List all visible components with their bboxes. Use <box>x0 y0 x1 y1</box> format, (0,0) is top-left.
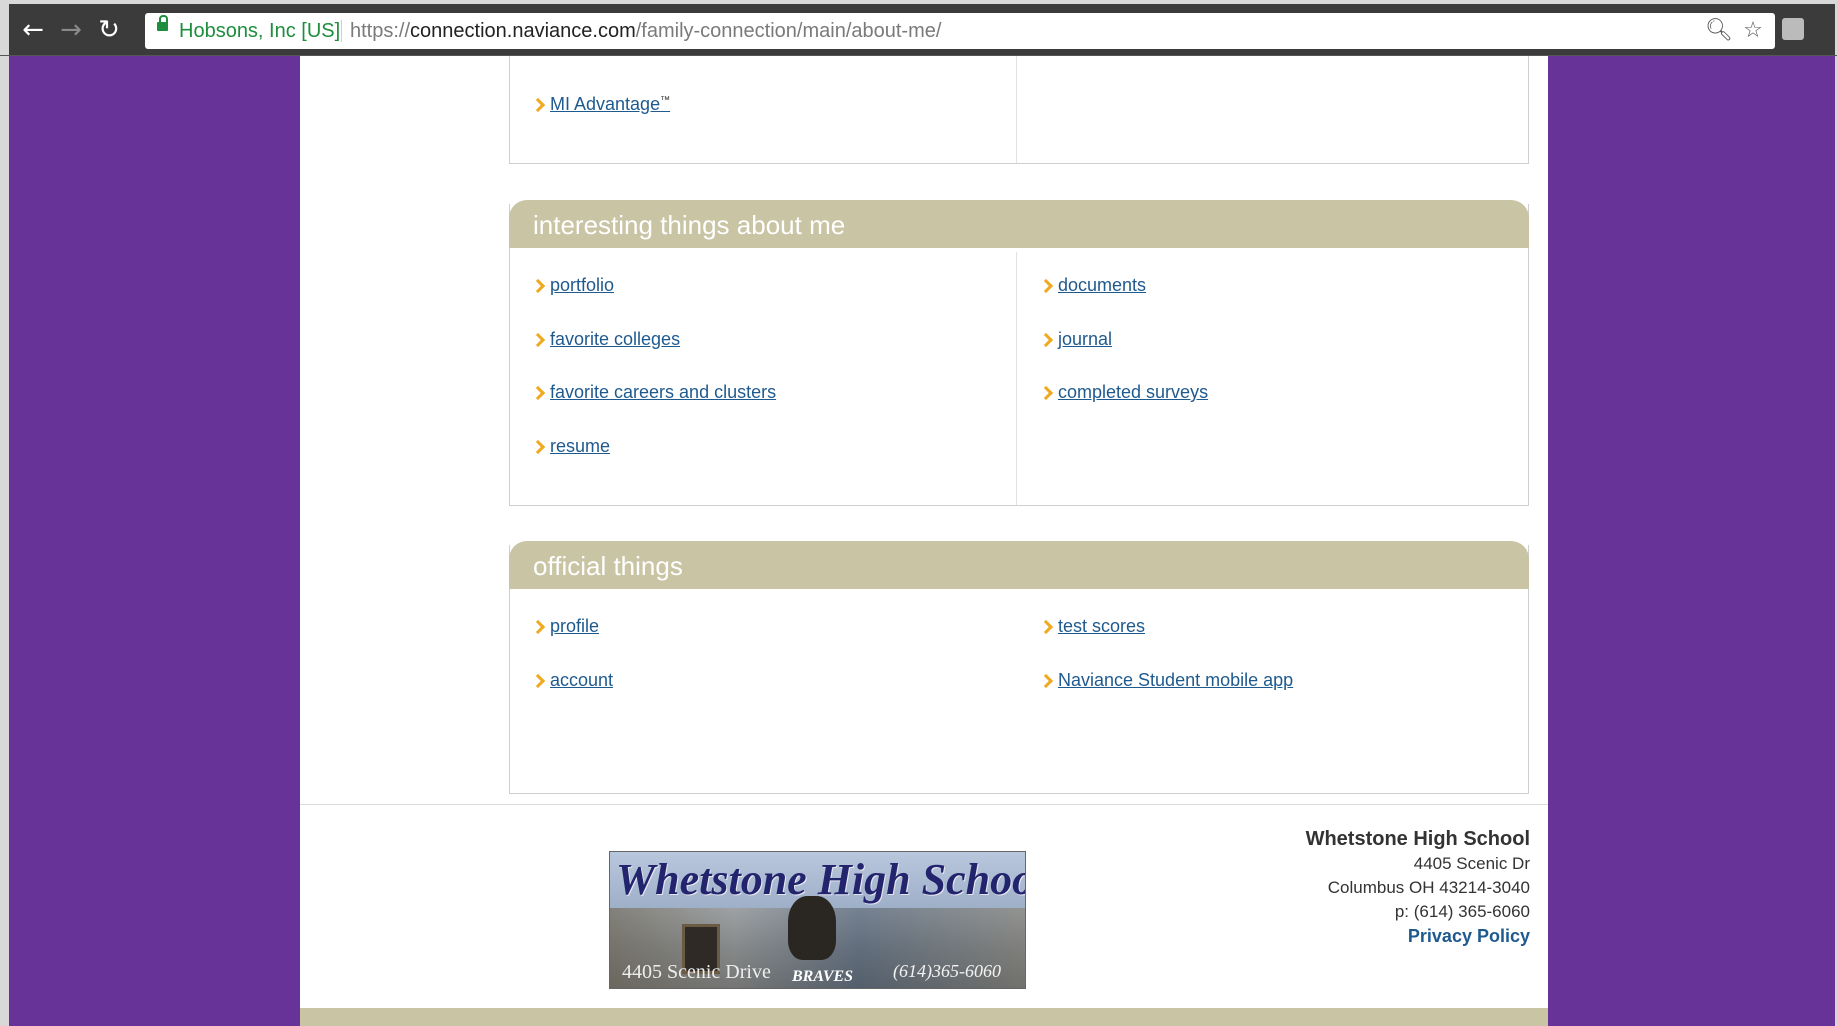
link-test-scores[interactable]: test scores <box>1058 616 1145 637</box>
trademark-mark: ™ <box>660 95 671 106</box>
url-host: connection.naviance.com <box>410 20 636 42</box>
link-account[interactable]: account <box>550 670 613 691</box>
url-scheme: https:// <box>350 20 411 42</box>
chevron-right-icon <box>530 97 546 113</box>
link-profile[interactable]: profile <box>550 616 599 637</box>
url-text[interactable]: https://connection.naviance.com/family-c… <box>350 20 941 43</box>
address-separator <box>341 20 342 42</box>
school-city: Columbus OH 43214-3040 <box>1327 878 1530 897</box>
forward-arrow-icon[interactable]: → <box>55 14 87 46</box>
link-completed-surveys[interactable]: completed surveys <box>1058 382 1208 403</box>
section-header: interesting things about me <box>509 200 1529 248</box>
link-resume[interactable]: resume <box>550 436 610 457</box>
interesting-things-box: interesting things about me portfolio fa… <box>509 200 1529 506</box>
main-content: MI Advantage™ interesting things about m… <box>300 56 1548 1026</box>
top-links-box: MI Advantage™ <box>509 56 1529 164</box>
chevron-right-icon <box>530 619 546 635</box>
reload-icon[interactable]: ↻ <box>93 14 125 46</box>
url-path: /family-connection/main/about-me/ <box>635 20 942 42</box>
page-background: MI Advantage™ interesting things about m… <box>9 56 1835 1026</box>
chevron-right-icon <box>1038 385 1054 401</box>
link-label: MI Advantage <box>550 94 661 114</box>
chevron-right-icon <box>1038 278 1054 294</box>
logo-mascot-name: BRAVES <box>792 968 854 985</box>
back-arrow-icon[interactable]: ← <box>17 14 49 46</box>
browser-toolbar: ← → ↻ Hobsons, Inc [US] https://connecti… <box>9 4 1835 56</box>
link-journal[interactable]: journal <box>1058 329 1112 350</box>
site-identity[interactable]: Hobsons, Inc [US] <box>179 20 340 43</box>
footer-divider <box>300 804 1548 805</box>
chevron-right-icon <box>530 385 546 401</box>
column-divider <box>1016 252 1017 505</box>
logo-phone: (614)365-6060 <box>893 961 1001 981</box>
chevron-right-icon <box>1038 619 1054 635</box>
chevron-right-icon <box>530 439 546 455</box>
link-favorite-careers[interactable]: favorite careers and clusters <box>550 382 776 403</box>
school-phone: p: (614) 365-6060 <box>1394 902 1530 921</box>
lock-icon <box>157 15 168 31</box>
school-name: Whetstone High School <box>1305 828 1530 850</box>
official-things-box: official things profile account test sco… <box>509 541 1529 794</box>
mascot-icon <box>788 896 836 960</box>
bookmark-star-icon[interactable]: ☆ <box>1739 17 1767 45</box>
school-street: 4405 Scenic Dr <box>1413 854 1530 873</box>
chevron-right-icon <box>530 332 546 348</box>
link-portfolio[interactable]: portfolio <box>550 275 614 296</box>
chevron-right-icon <box>1038 673 1054 689</box>
section-title: interesting things about me <box>533 210 846 240</box>
address-bar[interactable]: Hobsons, Inc [US] https://connection.nav… <box>145 13 1775 49</box>
extension-icon[interactable] <box>1782 18 1804 40</box>
link-mobile-app[interactable]: Naviance Student mobile app <box>1058 670 1293 691</box>
column-divider <box>1016 56 1017 163</box>
privacy-policy-link[interactable]: Privacy Policy <box>1306 924 1530 948</box>
chevron-right-icon <box>530 673 546 689</box>
section-title: official things <box>533 551 683 581</box>
logo-address: 4405 Scenic Drive <box>622 961 771 983</box>
chevron-right-icon <box>1038 332 1054 348</box>
link-mi-advantage[interactable]: MI Advantage™ <box>550 94 670 115</box>
link-documents[interactable]: documents <box>1058 275 1146 296</box>
link-favorite-colleges[interactable]: favorite colleges <box>550 329 680 350</box>
school-contact: Whetstone High School 4405 Scenic Dr Col… <box>1306 826 1530 948</box>
school-logo-banner: Whetstone High School 4405 Scenic Drive … <box>609 851 1026 989</box>
footer-band <box>300 1008 1548 1026</box>
zoom-magnifier-icon[interactable]: 🔍︎ <box>1705 17 1733 45</box>
chevron-right-icon <box>530 278 546 294</box>
section-header: official things <box>509 541 1529 589</box>
